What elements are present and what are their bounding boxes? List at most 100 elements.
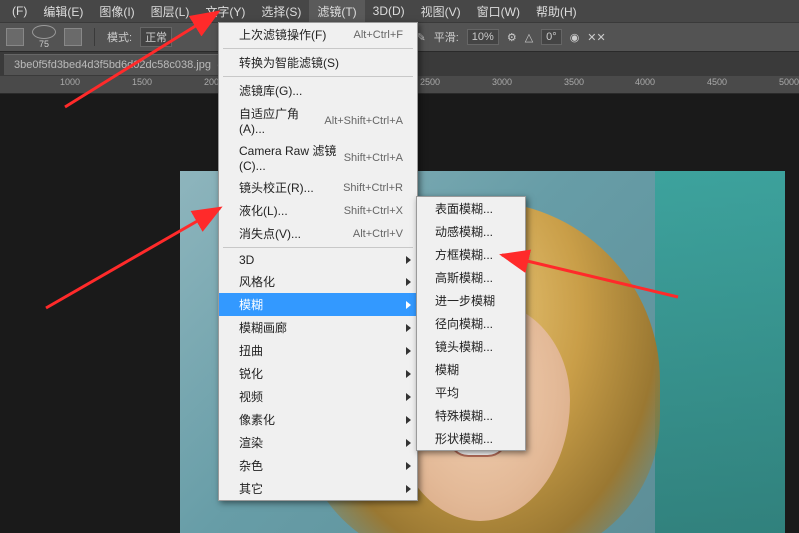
menu-filter[interactable]: 滤镜(T) <box>309 0 364 23</box>
submenu-item-label: 高斯模糊... <box>435 271 493 285</box>
menu-select[interactable]: 选择(S) <box>253 0 309 23</box>
blur-submenu-item[interactable]: 镜头模糊... <box>417 335 525 358</box>
menu-item-label: 视频 <box>239 388 263 405</box>
blur-submenu-item[interactable]: 表面模糊... <box>417 197 525 220</box>
brush-preview-icon[interactable] <box>32 25 56 39</box>
submenu-item-label: 形状模糊... <box>435 432 493 446</box>
menu-item-label: 消失点(V)... <box>239 225 301 242</box>
submenu-item-label: 模糊 <box>435 363 459 377</box>
menubar: (F) 编辑(E) 图像(I) 图层(L) 文字(Y) 选择(S) 滤镜(T) … <box>0 0 799 22</box>
document-tab-filename: 3be0f5fd3bed4d3f5bd6d02dc58c038.jpg <box>14 59 211 71</box>
ruler-tick: 5000 <box>779 77 799 87</box>
menu-type[interactable]: 文字(Y) <box>197 0 253 23</box>
filter-menu-item[interactable]: Camera Raw 滤镜(C)...Shift+Ctrl+A <box>219 139 417 176</box>
symmetry-icon[interactable]: ✕✕ <box>587 31 605 44</box>
ruler-tick: 4000 <box>635 77 655 87</box>
submenu-arrow-icon <box>406 485 411 493</box>
menu-item-label: 扭曲 <box>239 342 263 359</box>
flow-dropdown[interactable]: 10% <box>467 29 499 45</box>
submenu-arrow-icon <box>406 370 411 378</box>
brush-panel-icon[interactable] <box>64 28 82 46</box>
filter-menu-item[interactable]: 上次滤镜操作(F) Alt+Ctrl+F <box>219 23 417 46</box>
menu-divider <box>223 48 413 49</box>
ruler-tick: 4500 <box>707 77 727 87</box>
smoothing-gear-icon[interactable]: ⚙ <box>507 31 517 44</box>
menu-layer[interactable]: 图层(L) <box>143 0 198 23</box>
menu-item-shortcut: Shift+Ctrl+R <box>343 182 403 194</box>
menu-item-shortcut: Alt+Ctrl+V <box>353 228 403 240</box>
submenu-arrow-icon <box>406 301 411 309</box>
menu-item-label: 模糊画廊 <box>239 319 287 336</box>
ruler-tick: 3500 <box>564 77 584 87</box>
filter-menu-item[interactable]: 锐化 <box>219 362 417 385</box>
filter-menu-item[interactable]: 像素化 <box>219 408 417 431</box>
submenu-arrow-icon <box>406 347 411 355</box>
menu-view[interactable]: 视图(V) <box>413 0 469 23</box>
filter-menu-item[interactable]: 滤镜库(G)... <box>219 79 417 102</box>
menu-divider <box>223 76 413 77</box>
submenu-arrow-icon <box>406 462 411 470</box>
blur-submenu-item[interactable]: 模糊 <box>417 358 525 381</box>
menu-item-label: 锐化 <box>239 365 263 382</box>
blur-submenu-item[interactable]: 方框模糊... <box>417 243 525 266</box>
filter-menu-item[interactable]: 液化(L)...Shift+Ctrl+X <box>219 199 417 222</box>
blur-submenu-item[interactable]: 高斯模糊... <box>417 266 525 289</box>
filter-menu-item[interactable]: 镜头校正(R)... Shift+Ctrl+R <box>219 176 417 199</box>
mode-label: 模式: <box>107 29 132 45</box>
menu-image[interactable]: 图像(I) <box>91 0 142 23</box>
filter-menu-item[interactable]: 模糊 <box>219 293 417 316</box>
blur-submenu-item[interactable]: 形状模糊... <box>417 427 525 450</box>
blur-submenu-item[interactable]: 动感模糊... <box>417 220 525 243</box>
menu-3d[interactable]: 3D(D) <box>365 1 413 21</box>
filter-menu-item[interactable]: 风格化 <box>219 270 417 293</box>
submenu-item-label: 进一步模糊 <box>435 294 495 308</box>
menu-window[interactable]: 窗口(W) <box>469 0 528 23</box>
blur-submenu-item[interactable]: 径向模糊... <box>417 312 525 335</box>
filter-menu-item[interactable]: 杂色 <box>219 454 417 477</box>
submenu-arrow-icon <box>406 324 411 332</box>
menu-item-label: 渲染 <box>239 434 263 451</box>
menu-item-label: 自适应广角(A)... <box>239 105 324 136</box>
menu-item-label: 滤镜库(G)... <box>239 82 302 99</box>
blur-submenu-item[interactable]: 进一步模糊 <box>417 289 525 312</box>
menu-item-shortcut: Alt+Ctrl+F <box>353 29 403 41</box>
filter-menu-item[interactable]: 其它 <box>219 477 417 500</box>
filter-menu-item[interactable]: 视频 <box>219 385 417 408</box>
filter-menu-item[interactable]: 消失点(V)... Alt+Ctrl+V <box>219 222 417 245</box>
menu-item-label: 转换为智能滤镜(S) <box>239 54 339 71</box>
flow-label: 平滑: <box>434 29 459 45</box>
submenu-arrow-icon <box>406 393 411 401</box>
filter-menu-item[interactable]: 渲染 <box>219 431 417 454</box>
submenu-item-label: 特殊模糊... <box>435 409 493 423</box>
ruler-tick: 2500 <box>420 77 440 87</box>
submenu-item-label: 表面模糊... <box>435 202 493 216</box>
blur-submenu-item[interactable]: 平均 <box>417 381 525 404</box>
submenu-item-label: 方框模糊... <box>435 248 493 262</box>
menu-edit[interactable]: 编辑(E) <box>35 0 91 23</box>
menu-item-label: 风格化 <box>239 273 275 290</box>
menu-item-label: 上次滤镜操作(F) <box>239 26 326 43</box>
menu-item-shortcut: Alt+Shift+Ctrl+A <box>324 115 403 127</box>
tool-preset-icon[interactable] <box>6 28 24 46</box>
menu-item-label: 镜头校正(R)... <box>239 179 314 196</box>
menu-divider <box>223 247 413 248</box>
filter-menu-item[interactable]: 转换为智能滤镜(S) <box>219 51 417 74</box>
menu-item-label: Camera Raw 滤镜(C)... <box>239 142 344 173</box>
menu-file[interactable]: (F) <box>4 1 35 21</box>
filter-menu-item[interactable]: 自适应广角(A)...Alt+Shift+Ctrl+A <box>219 102 417 139</box>
menu-item-shortcut: Shift+Ctrl+A <box>344 152 403 164</box>
filter-menu-item[interactable]: 3D <box>219 250 417 270</box>
filter-menu-item[interactable]: 模糊画廊 <box>219 316 417 339</box>
submenu-item-label: 动感模糊... <box>435 225 493 239</box>
angle-icon: △ <box>525 31 533 44</box>
menu-item-label: 杂色 <box>239 457 263 474</box>
angle-value[interactable]: 0° <box>541 29 562 45</box>
submenu-item-label: 径向模糊... <box>435 317 493 331</box>
blur-submenu-item[interactable]: 特殊模糊... <box>417 404 525 427</box>
mode-dropdown[interactable]: 正常 <box>140 27 172 47</box>
ruler-tick: 3000 <box>492 77 512 87</box>
menu-help[interactable]: 帮助(H) <box>528 0 585 23</box>
pressure-size-icon[interactable]: ◉ <box>570 31 580 44</box>
ruler-tick: 1000 <box>60 77 80 87</box>
filter-menu-item[interactable]: 扭曲 <box>219 339 417 362</box>
